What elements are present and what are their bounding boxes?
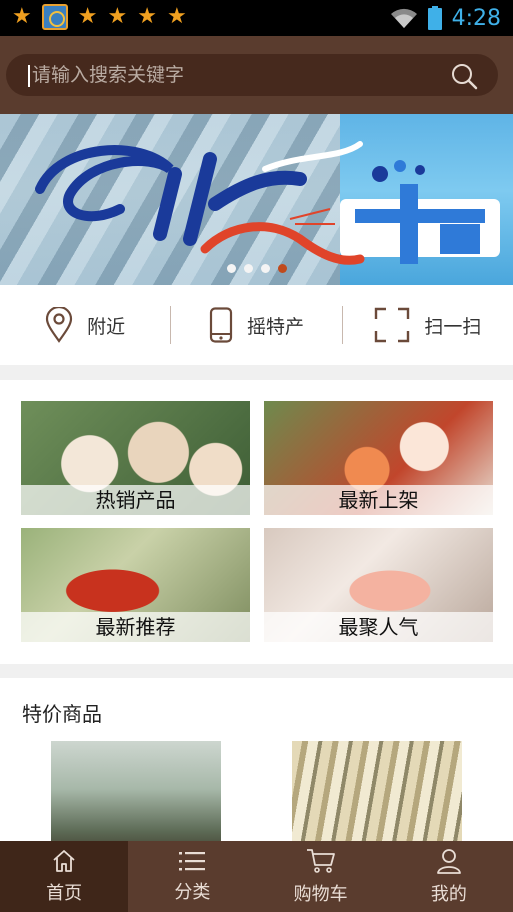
new-arrivals-tile[interactable]: 最新上架 [264,401,493,515]
nav-home[interactable]: 首页 [0,841,129,912]
banner-festival-artwork [35,141,500,265]
home-icon [53,849,75,872]
tile-caption: 热销产品 [21,485,250,515]
nav-profile[interactable]: 我的 [385,841,513,912]
search-input[interactable] [32,54,432,96]
carousel-dot-active[interactable] [277,264,287,273]
search-bar[interactable] [6,54,498,96]
star-notification-icon: ★ [166,4,187,29]
wifi-icon [390,8,417,28]
app-notification-icon [41,4,68,30]
location-pin-icon [46,307,73,343]
popular-tile[interactable]: 最聚人气 [264,528,493,642]
nav-label: 我的 [430,883,467,905]
recommended-tile[interactable]: 最新推荐 [21,528,250,642]
search-header [0,36,513,114]
nav-cart[interactable]: 购物车 [257,841,385,912]
carousel-dot[interactable] [226,264,236,273]
nav-category[interactable]: 分类 [128,841,256,912]
nearby-label: 附近 [87,315,126,338]
product-image[interactable] [51,741,221,841]
shake-specialty-button[interactable]: 摇特产 [171,285,341,365]
tile-caption: 最新推荐 [21,612,250,642]
nearby-button[interactable]: 附近 [0,285,170,365]
carousel-dot[interactable] [260,264,270,273]
nav-label: 分类 [174,881,211,903]
promo-banner[interactable] [0,114,513,285]
phone-icon [209,307,233,343]
cart-icon [306,848,335,873]
product-image[interactable] [292,741,462,841]
hot-sale-tile[interactable]: 热销产品 [21,401,250,515]
tile-caption: 最新上架 [264,485,493,515]
scan-label: 扫一扫 [424,315,482,338]
scan-button[interactable]: 扫一扫 [343,285,513,365]
category-grid: 热销产品 最新上架 最新推荐 最聚人气 [0,380,513,664]
section-title: 特价商品 [22,702,102,726]
star-notification-icon: ★ [137,4,157,29]
clock: 4:28 [451,5,501,31]
nav-label: 购物车 [293,883,348,905]
user-icon [436,848,461,874]
bottom-nav: 首页 分类 购物车 我的 [0,841,513,912]
star-notification-icon: ★ [12,4,32,29]
list-icon [179,851,206,870]
quick-actions-bar: 附近 摇特产 扫一扫 [0,285,513,365]
star-notification-icon: ★ [107,4,128,29]
search-icon[interactable] [450,62,478,90]
battery-icon [427,6,442,30]
scan-icon [375,307,410,343]
nav-label: 首页 [46,882,83,904]
special-offers-section: 特价商品 [0,678,513,841]
tile-caption: 最聚人气 [264,612,493,642]
star-notification-icon: ★ [77,4,98,29]
carousel-dot[interactable] [243,264,253,273]
text-cursor [28,65,30,87]
status-bar: ★ ★ ★ ★ ★ 4:28 [0,0,513,36]
carousel-indicator [0,264,513,273]
shake-specialty-label: 摇特产 [246,315,304,338]
